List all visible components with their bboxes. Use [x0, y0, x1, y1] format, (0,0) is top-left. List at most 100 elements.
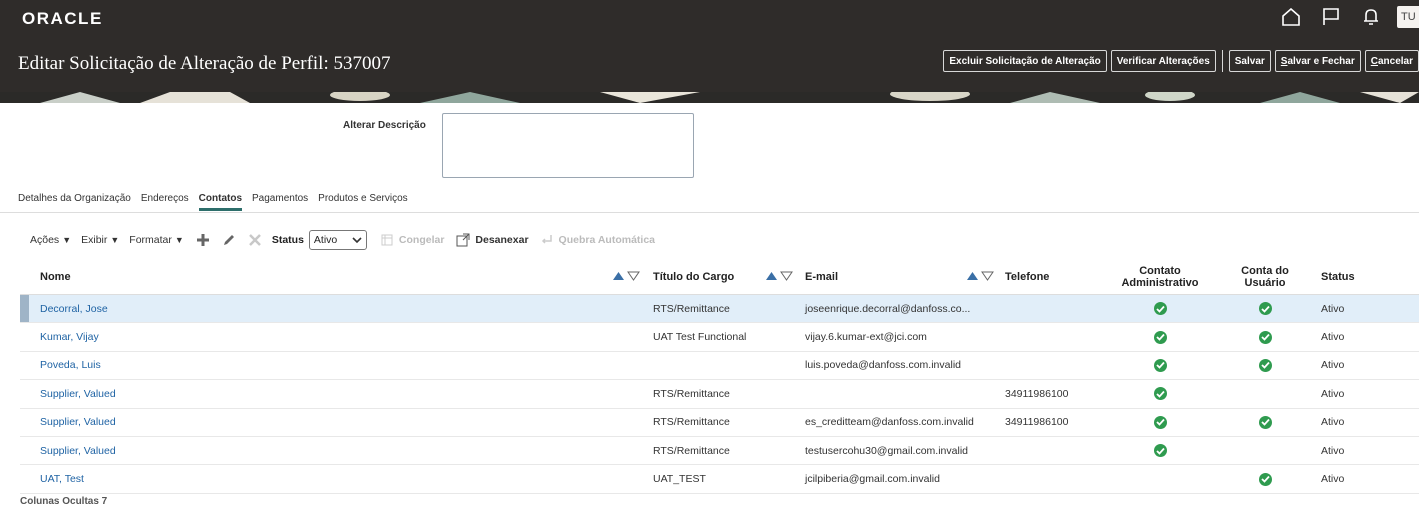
- cell-name[interactable]: Supplier, Valued: [40, 437, 116, 464]
- page-actions: Excluir Solicitação de Alteração Verific…: [939, 50, 1419, 72]
- column-header-name[interactable]: Nome: [40, 258, 71, 295]
- cell-user: [1230, 352, 1300, 379]
- sort-ascending-icon[interactable]: [612, 271, 625, 281]
- view-menu[interactable]: Exibir ▼: [81, 234, 119, 246]
- table-header: Nome Título do Cargo E-mail Telefone Con…: [20, 258, 1419, 295]
- wrap-icon: [541, 235, 552, 244]
- cell-job-title: RTS/Remittance: [653, 416, 730, 429]
- table-row[interactable]: Supplier, Valued RTS/Remittance testuserco…: [20, 437, 1419, 466]
- cell-status: Ativo: [1321, 416, 1345, 429]
- table-row[interactable]: Supplier, Valued RTS/Remittance 3491198610…: [20, 380, 1419, 409]
- save-button[interactable]: Salvar: [1228, 50, 1271, 72]
- review-changes-button[interactable]: Verificar Alterações: [1110, 50, 1216, 72]
- cell-name[interactable]: Supplier, Valued: [40, 380, 116, 407]
- column-header-phone[interactable]: Telefone: [1005, 258, 1049, 295]
- admin-contact-check-icon: [1153, 387, 1167, 401]
- cell-status: Ativo: [1321, 302, 1345, 315]
- table-row[interactable]: Poveda, Luis luis.poveda@danfoss.com.inva…: [20, 352, 1419, 381]
- wrap-button[interactable]: Quebra Automática: [541, 234, 655, 246]
- cell-user: [1230, 465, 1300, 492]
- cancel-button[interactable]: Cancelar: [1364, 50, 1419, 72]
- table-row[interactable]: Supplier, Valued RTS/Remittance es_creditt…: [20, 409, 1419, 437]
- tab-organization-details[interactable]: Detalhes da Organização: [18, 193, 131, 211]
- status-filter-select[interactable]: Ativo: [308, 230, 367, 250]
- cell-admin: [1110, 437, 1210, 464]
- admin-contact-check-icon: [1153, 330, 1167, 344]
- change-description-input[interactable]: [442, 113, 694, 178]
- save-close-button[interactable]: Salvar e Fechar: [1274, 50, 1361, 72]
- cell-name[interactable]: Kumar, Vijay: [40, 323, 99, 350]
- cell-email: luis.poveda@danfoss.com.invalid: [805, 359, 961, 372]
- cell-admin: [1110, 295, 1210, 322]
- table-row[interactable]: Kumar, Vijay UAT Test Functional vijay.6.k…: [20, 323, 1419, 352]
- column-header-admin-contact[interactable]: Contato Administrativo: [1110, 258, 1210, 295]
- tab-payments[interactable]: Pagamentos: [252, 193, 308, 211]
- status-filter-label: Status: [271, 234, 304, 246]
- cell-user: [1230, 380, 1300, 407]
- cell-job-title: UAT_TEST: [653, 473, 706, 486]
- caret-down-icon: ▼: [174, 235, 184, 245]
- add-icon[interactable]: [194, 231, 212, 249]
- cell-email: joseenrique.decorral@danfoss.co...: [805, 302, 971, 315]
- freeze-button[interactable]: Congelar: [381, 234, 444, 246]
- sort-ascending-icon[interactable]: [966, 271, 979, 281]
- column-header-user-account-line2: Usuário: [1244, 276, 1286, 289]
- flag-icon[interactable]: [1313, 6, 1349, 28]
- tab-products-services[interactable]: Produtos e Serviços: [318, 193, 408, 211]
- cell-phone: 34911986100: [1005, 416, 1069, 429]
- sort-buttons-email[interactable]: [966, 271, 994, 281]
- actions-menu-label: Ações: [30, 234, 60, 246]
- detach-icon: [456, 233, 470, 247]
- change-description-label: Alterar Descrição: [343, 120, 426, 131]
- format-menu[interactable]: Formatar ▼: [129, 234, 184, 246]
- cell-job-title: RTS/Remittance: [653, 387, 730, 400]
- sort-buttons-name[interactable]: [612, 271, 640, 281]
- decorative-banner: [0, 92, 1419, 103]
- sort-descending-icon[interactable]: [627, 271, 640, 281]
- detach-button[interactable]: Desanexar: [456, 233, 529, 247]
- row-selection-indicator: [20, 295, 29, 323]
- sort-buttons-job-title[interactable]: [765, 271, 793, 281]
- cell-status: Ativo: [1321, 473, 1345, 486]
- cell-status: Ativo: [1321, 331, 1345, 344]
- tab-addresses[interactable]: Endereços: [141, 193, 189, 211]
- sort-descending-icon[interactable]: [981, 271, 994, 281]
- contacts-table: Nome Título do Cargo E-mail Telefone Con…: [20, 258, 1419, 494]
- freeze-icon: [381, 234, 393, 246]
- edit-icon[interactable]: [220, 231, 238, 249]
- view-menu-label: Exibir: [81, 234, 108, 246]
- cell-name[interactable]: Poveda, Luis: [40, 352, 101, 379]
- delete-icon[interactable]: [246, 231, 264, 249]
- actions-menu[interactable]: Ações ▼: [30, 234, 71, 246]
- user-avatar[interactable]: TU: [1397, 6, 1419, 28]
- cell-name[interactable]: UAT, Test: [40, 465, 84, 492]
- cell-name[interactable]: Decorral, Jose: [40, 295, 108, 322]
- cell-admin: [1110, 352, 1210, 379]
- table-body: Decorral, Jose RTS/Remittance joseenrique.…: [20, 295, 1419, 494]
- format-menu-label: Formatar: [129, 234, 172, 246]
- cell-admin: [1110, 465, 1210, 492]
- table-row[interactable]: UAT, Test UAT_TEST jcilpiberia@gmail.com.i…: [20, 465, 1419, 494]
- admin-contact-check-icon: [1153, 444, 1167, 458]
- column-header-user-account[interactable]: Conta do Usuário: [1230, 258, 1300, 295]
- sort-descending-icon[interactable]: [780, 271, 793, 281]
- cell-job-title: RTS/Remittance: [653, 444, 730, 457]
- column-header-status[interactable]: Status: [1321, 258, 1355, 295]
- cell-name[interactable]: Supplier, Valued: [40, 409, 116, 436]
- column-header-job-title[interactable]: Título do Cargo: [653, 258, 734, 295]
- admin-contact-check-icon: [1153, 302, 1167, 316]
- bell-icon[interactable]: [1353, 6, 1389, 28]
- wrap-label: Quebra Automática: [558, 234, 656, 246]
- cell-user: [1230, 323, 1300, 350]
- column-header-email[interactable]: E-mail: [805, 258, 838, 295]
- page-title: Editar Solicitação de Alteração de Perfi…: [18, 53, 391, 74]
- sort-ascending-icon[interactable]: [765, 271, 778, 281]
- user-account-check-icon: [1258, 415, 1272, 429]
- home-icon[interactable]: [1273, 6, 1309, 28]
- oracle-logo[interactable]: ORACLE: [22, 9, 103, 29]
- tab-contacts[interactable]: Contatos: [198, 193, 243, 211]
- admin-contact-check-icon: [1153, 358, 1167, 372]
- table-row[interactable]: Decorral, Jose RTS/Remittance joseenrique.…: [20, 295, 1419, 324]
- delete-request-button[interactable]: Excluir Solicitação de Alteração: [943, 50, 1107, 72]
- cell-job-title: RTS/Remittance: [653, 302, 730, 315]
